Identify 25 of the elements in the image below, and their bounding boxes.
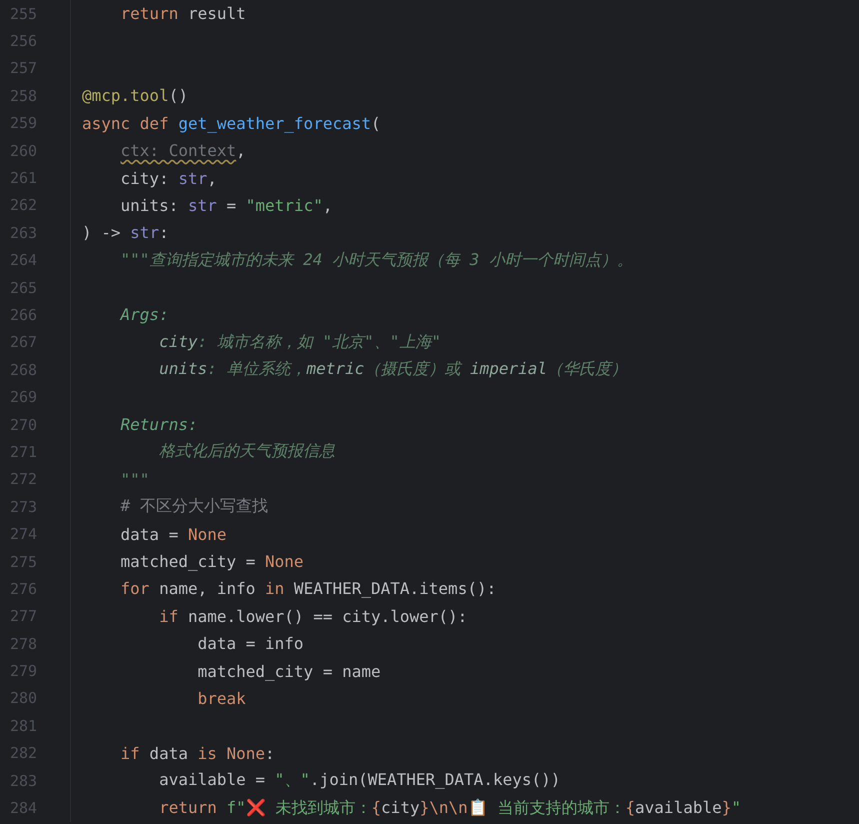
code-line: break (198, 688, 246, 708)
code-line: Returns: (120, 415, 198, 434)
code-line: async def get_weather_forecast( (82, 114, 381, 133)
code-line: city: 城市名称，如 "北京"、"上海" (159, 332, 442, 353)
code-line: @mcp.tool() (82, 86, 188, 106)
code-line: units: 单位系统，metric（摄氏度）或 imperial（华氏度） (159, 359, 627, 380)
code-line: return f"❌ 未找到城市：{city}\n\n📋 当前支持的城市：{available}" (159, 798, 742, 819)
code-line: if data is None: (120, 744, 275, 763)
code-line: available = "、".join(WEATHER_DATA.keys()) (159, 770, 560, 792)
code-line: """查询指定城市的未来 24 小时天气预报（每 3 小时一个时间点）。 (120, 250, 633, 271)
code-line: # 不区分大小写查找 (120, 496, 268, 518)
code-line: units: str = "metric", (120, 196, 332, 215)
code-line: ctx: Context, (120, 141, 246, 160)
code-line: matched_city = None (120, 552, 304, 571)
code-line: ) -> str: (82, 223, 169, 242)
code-line: data = None (120, 524, 226, 544)
code-line: if name.lower() == city.lower(): (159, 606, 468, 626)
code-line: return result (120, 4, 246, 24)
code-line: for name, info in WEATHER_DATA.items(): (120, 579, 496, 598)
code-line: Args: (120, 305, 169, 324)
code-line: 格式化后的天气预报信息 (159, 441, 336, 462)
code-line: """ (120, 470, 150, 489)
code-line: data = info (198, 634, 304, 654)
code-line: matched_city = name (198, 662, 381, 681)
code-line: city: str, (120, 168, 217, 188)
